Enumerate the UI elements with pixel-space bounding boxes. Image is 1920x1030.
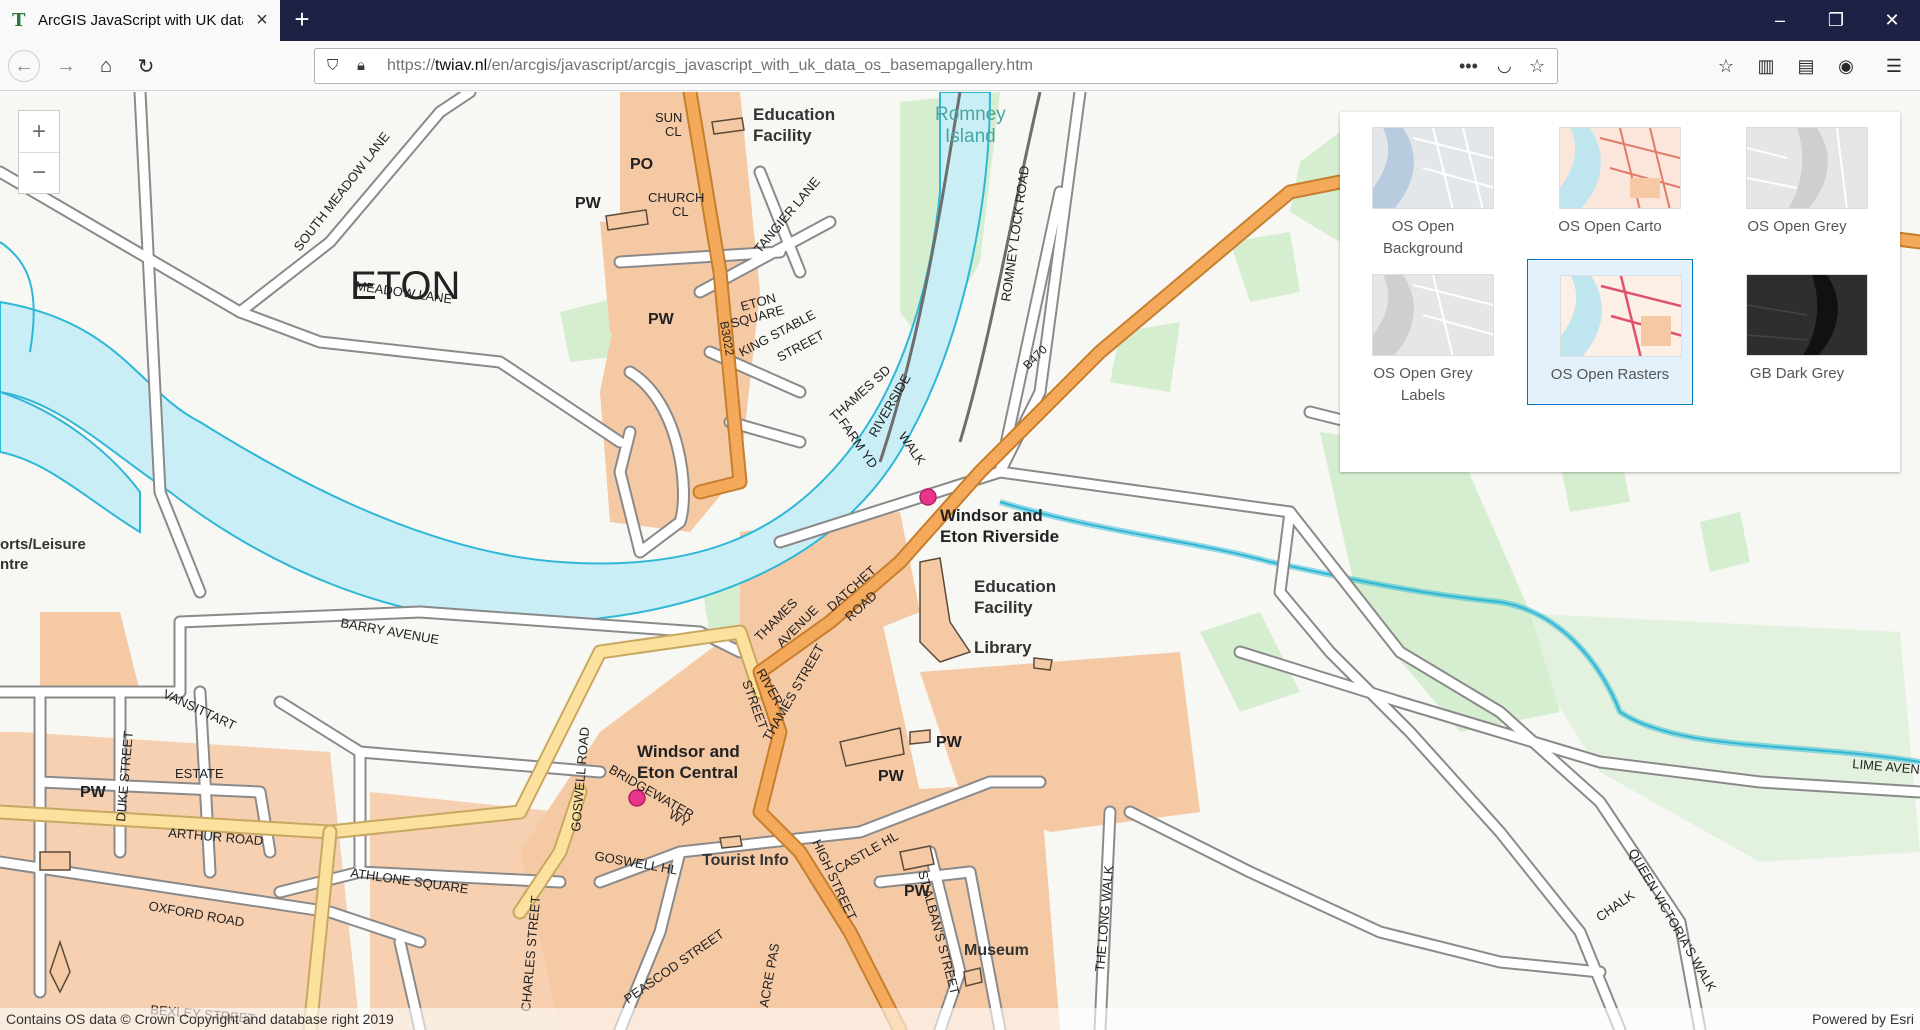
label-road: ROMNEY LOCK ROAD — [998, 165, 1032, 303]
label-romney: Romney — [935, 104, 1006, 125]
restore-icon[interactable]: ❐ — [1808, 0, 1864, 41]
forward-arrow-icon[interactable]: → — [50, 50, 82, 82]
browser-titlebar: T ArcGIS JavaScript with UK data × + – ❐… — [0, 0, 1920, 41]
basemap-label: OS Open Grey Labels — [1373, 365, 1473, 404]
label-road: CHURCH — [648, 190, 704, 205]
label-museum: Museum — [964, 942, 1029, 959]
map-view[interactable]: ETON Romney Island Education Facility SU… — [0, 92, 1920, 1030]
zoom-control: + − — [18, 110, 60, 194]
label-island: Island — [945, 126, 996, 147]
basemap-item-os-open-carto[interactable]: OS Open Carto — [1527, 112, 1693, 258]
basemap-label: OS Open Rasters — [1550, 366, 1670, 383]
home-icon[interactable]: ⌂ — [90, 50, 122, 82]
shield-icon[interactable]: ⛉ — [327, 49, 338, 83]
label-road: BARRY AVENUE — [339, 615, 440, 647]
label-pw: PW — [80, 784, 107, 801]
attribution-bar: Contains OS data © Crown Copyright and d… — [0, 1008, 1920, 1030]
lock-icon[interactable]: 🔒︎ — [357, 49, 365, 83]
sidebar-icon[interactable]: ▤ — [1790, 50, 1822, 82]
label-pw: PW — [575, 195, 602, 212]
label-sports-centre: orts/Leisure — [0, 536, 86, 553]
label-road: THE LONG WALK — [1092, 865, 1116, 973]
label-station-central: Windsor and — [637, 742, 740, 761]
tab-favicon-icon: T — [12, 9, 26, 31]
tab-title: ArcGIS JavaScript with UK data — [38, 12, 243, 29]
zoom-out-button[interactable]: − — [19, 152, 59, 193]
label-tourist-info: Tourist Info — [702, 852, 789, 869]
browser-tab[interactable]: T ArcGIS JavaScript with UK data × — [0, 0, 280, 41]
label-library: Library — [974, 638, 1032, 657]
minimize-icon[interactable]: – — [1752, 0, 1808, 41]
label-road: QUEEN VICTORIA'S WALK — [1625, 846, 1719, 994]
basemap-label: OS Open Grey — [1747, 218, 1847, 235]
powered-by-esri[interactable]: Powered by Esri — [1812, 1011, 1914, 1027]
library-icon[interactable]: ▥ — [1750, 50, 1782, 82]
close-window-icon[interactable]: ✕ — [1864, 0, 1920, 41]
basemap-thumbnail — [1372, 274, 1494, 356]
reload-icon[interactable]: ↻ — [130, 50, 162, 82]
basemap-thumbnail — [1746, 127, 1868, 209]
label-sports-centre: ntre — [0, 556, 28, 573]
menu-icon[interactable]: ☰ — [1878, 50, 1910, 82]
tab-close-icon[interactable]: × — [253, 9, 271, 32]
basemap-thumbnail — [1372, 127, 1494, 209]
account-icon[interactable]: ◉ — [1830, 50, 1862, 82]
label-education-facility: Facility — [753, 126, 812, 145]
label-education-facility: Education — [974, 577, 1056, 596]
zoom-in-button[interactable]: + — [19, 111, 59, 152]
label-pw: PW — [878, 768, 905, 785]
basemap-item-os-open-rasters[interactable]: OS Open Rasters — [1527, 259, 1693, 405]
basemap-label: OS Open Carto — [1558, 218, 1662, 235]
basemap-item-gb-dark-grey[interactable]: GB Dark Grey — [1714, 259, 1880, 405]
label-road: ESTATE — [175, 766, 224, 781]
basemap-item-os-open-grey[interactable]: OS Open Grey — [1714, 112, 1880, 258]
bookmark-star-icon[interactable]: ☆ — [1529, 49, 1545, 83]
label-po: PO — [630, 156, 653, 173]
label-road: CL — [665, 124, 682, 139]
new-tab-plus-icon[interactable]: + — [288, 6, 316, 34]
basemap-thumbnail — [1559, 127, 1681, 209]
basemap-thumbnail — [1746, 274, 1868, 356]
basemap-gallery: OS Open Background OS Open Carto OS Open … — [1340, 112, 1900, 472]
label-education-facility: Facility — [974, 598, 1033, 617]
attribution-text: Contains OS data © Crown Copyright and d… — [6, 1011, 394, 1027]
label-education-facility: Education — [753, 105, 835, 124]
url-text[interactable]: https://twiav.nl/en/arcgis/javascript/ar… — [387, 49, 1033, 83]
label-station-riverside: Eton Riverside — [940, 527, 1059, 546]
basemap-label: GB Dark Grey — [1749, 365, 1845, 382]
browser-navbar: ← → ⌂ ↻ ⛉ 🔒︎ https://twiav.nl/en/arcgis/… — [0, 41, 1920, 91]
label-pw: PW — [936, 734, 963, 751]
label-station-central: Eton Central — [637, 763, 738, 782]
pocket-icon[interactable]: ◡ — [1497, 49, 1512, 83]
basemap-item-os-open-grey-labels[interactable]: OS Open Grey Labels — [1340, 259, 1506, 405]
back-arrow-icon[interactable]: ← — [8, 50, 40, 82]
page-actions-icon[interactable]: ••• — [1459, 49, 1478, 83]
label-pw: PW — [648, 311, 675, 328]
favorites-icon[interactable]: ☆ — [1710, 50, 1742, 82]
label-road: SUN — [655, 110, 682, 125]
station-riverside-icon[interactable] — [919, 488, 937, 506]
basemap-thumbnail — [1560, 275, 1682, 357]
basemap-label: OS Open Background — [1382, 218, 1464, 257]
label-road: CL — [672, 204, 689, 219]
basemap-item-os-open-background[interactable]: OS Open Background — [1340, 112, 1506, 258]
label-road: CHALK — [1593, 887, 1637, 924]
label-station-riverside: Windsor and — [940, 506, 1043, 525]
address-bar[interactable]: ⛉ 🔒︎ https://twiav.nl/en/arcgis/javascri… — [314, 48, 1558, 84]
